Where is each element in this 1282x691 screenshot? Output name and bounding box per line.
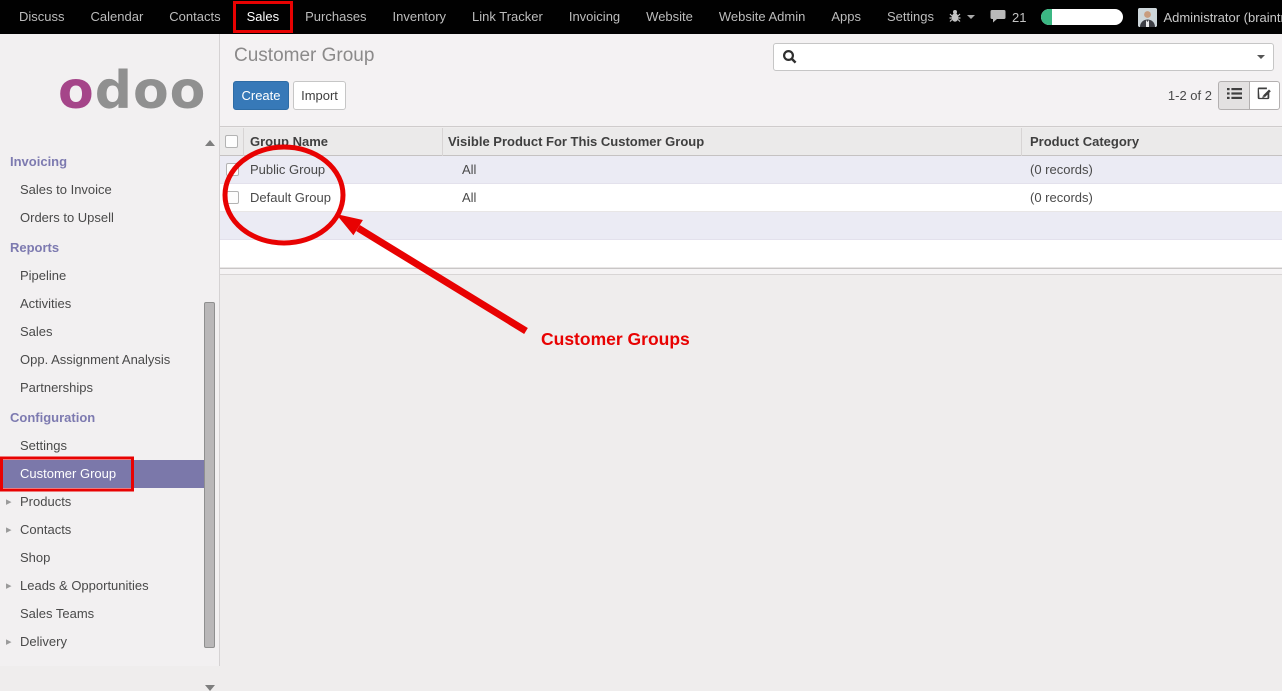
sidebar-item-pipeline[interactable]: Pipeline [0,262,206,290]
sidebar-item-orders-to-upsell[interactable]: Orders to Upsell [0,204,206,232]
cell-product-category[interactable]: (0 records) [1022,190,1282,205]
row-checkbox[interactable] [226,191,239,204]
sidebar-item-contacts[interactable]: Contacts [0,516,206,544]
sidebar-item-activities[interactable]: Activities [0,290,206,318]
empty-row [220,212,1282,240]
select-all-cell [220,128,244,156]
cell-group-name[interactable]: Public Group [244,162,443,177]
sidebar-item-sales[interactable]: Sales [0,318,206,346]
topmenu-website[interactable]: Website [633,2,706,32]
avatar [1138,8,1157,27]
sidebar-item-delivery[interactable]: Delivery [0,628,206,656]
sidebar-item-customer-group[interactable]: Customer Group [0,460,206,488]
topbar-right: 21 Administrator (braintree) [947,8,1282,27]
sidebar-item-partnerships[interactable]: Partnerships [0,374,206,402]
topmenu-contacts[interactable]: Contacts [156,2,233,32]
view-switcher [1218,81,1280,110]
customer-group-list: Group Name Visible Product For This Cust… [220,128,1282,268]
col-product-category[interactable]: Product Category [1022,128,1282,156]
progress-fill [1041,9,1052,25]
topmenu-calendar[interactable]: Calendar [78,2,157,32]
user-menu[interactable]: Administrator (braintree) [1138,8,1282,27]
search-icon [782,49,798,65]
main-content: Customer Group Create Import 1-2 of 2 [220,34,1282,666]
cell-visible-product[interactable]: All [443,190,1022,205]
section-invoicing: Invoicing [0,148,206,176]
sidebar-menu: Invoicing Sales to Invoice Orders to Ups… [0,148,206,656]
list-icon [1227,87,1242,105]
sidebar-scrollbar[interactable] [204,140,217,666]
topmenu-invoicing[interactable]: Invoicing [556,2,633,32]
table-row[interactable]: Default Group All (0 records) [220,184,1282,212]
timer-progress-pill[interactable] [1041,9,1123,25]
logo-rest: doo [95,61,207,121]
col-group-name[interactable]: Group Name [244,128,443,156]
topmenu-settings[interactable]: Settings [874,2,947,32]
table-header-row: Group Name Visible Product For This Cust… [220,128,1282,156]
topmenu-inventory[interactable]: Inventory [380,2,459,32]
content-background [220,275,1282,666]
cell-visible-product[interactable]: All [443,162,1022,177]
topmenu-link-tracker[interactable]: Link Tracker [459,2,556,32]
sidebar-item-shop[interactable]: Shop [0,544,206,572]
username-label: Administrator (braintree) [1163,10,1282,25]
scroll-down-arrow-icon[interactable] [205,685,215,691]
select-all-checkbox[interactable] [225,135,238,148]
cell-product-category[interactable]: (0 records) [1022,162,1282,177]
top-menu-bar: Discuss Calendar Contacts Sales Purchase… [0,0,1282,34]
cell-group-name[interactable]: Default Group [244,190,443,205]
search-box[interactable] [773,43,1274,71]
bug-icon [947,8,963,27]
list-view-button[interactable] [1218,81,1249,110]
section-reports: Reports [0,234,206,262]
odoo-logo: odoo [0,34,219,148]
scroll-up-arrow-icon[interactable] [205,140,215,146]
pager-label: 1-2 of 2 [1168,88,1212,103]
chat-bubble-icon [990,8,1008,27]
scrollbar-thumb[interactable] [204,302,215,648]
sidebar-item-settings[interactable]: Settings [0,432,206,460]
sidebar-item-leads-opportunities[interactable]: Leads & Opportunities [0,572,206,600]
empty-row [220,240,1282,268]
row-checkbox[interactable] [226,163,239,176]
top-menu-items: Discuss Calendar Contacts Sales Purchase… [0,2,947,32]
sidebar-item-sales-to-invoice[interactable]: Sales to Invoice [0,176,206,204]
logo-first-letter: o [58,61,95,121]
app-sidebar: odoo Invoicing Sales to Invoice Orders t… [0,34,220,666]
col-visible-product[interactable]: Visible Product For This Customer Group [443,128,1022,156]
table-end-strip [220,268,1282,275]
topmenu-website-admin[interactable]: Website Admin [706,2,818,32]
table-row[interactable]: Public Group All (0 records) [220,156,1282,184]
messages-indicator[interactable]: 21 [990,8,1026,27]
search-filter-chevron-icon[interactable] [1257,55,1265,59]
create-button[interactable]: Create [233,81,289,110]
search-input[interactable] [804,49,1257,65]
import-button[interactable]: Import [293,81,346,110]
topmenu-purchases[interactable]: Purchases [292,2,379,32]
edit-icon [1257,86,1272,105]
sidebar-item-products[interactable]: Products [0,488,206,516]
section-configuration: Configuration [0,404,206,432]
control-panel: Customer Group Create Import 1-2 of 2 [220,34,1282,127]
topmenu-apps[interactable]: Apps [818,2,874,32]
chevron-down-icon [967,15,975,19]
sidebar-item-sales-teams[interactable]: Sales Teams [0,600,206,628]
page-title: Customer Group [234,45,374,67]
debug-bug-menu[interactable] [947,8,975,27]
topmenu-sales[interactable]: Sales [234,2,293,32]
message-count: 21 [1012,10,1026,25]
sidebar-item-opp-assignment-analysis[interactable]: Opp. Assignment Analysis [0,346,206,374]
form-view-button[interactable] [1249,81,1280,110]
topmenu-discuss[interactable]: Discuss [6,2,78,32]
